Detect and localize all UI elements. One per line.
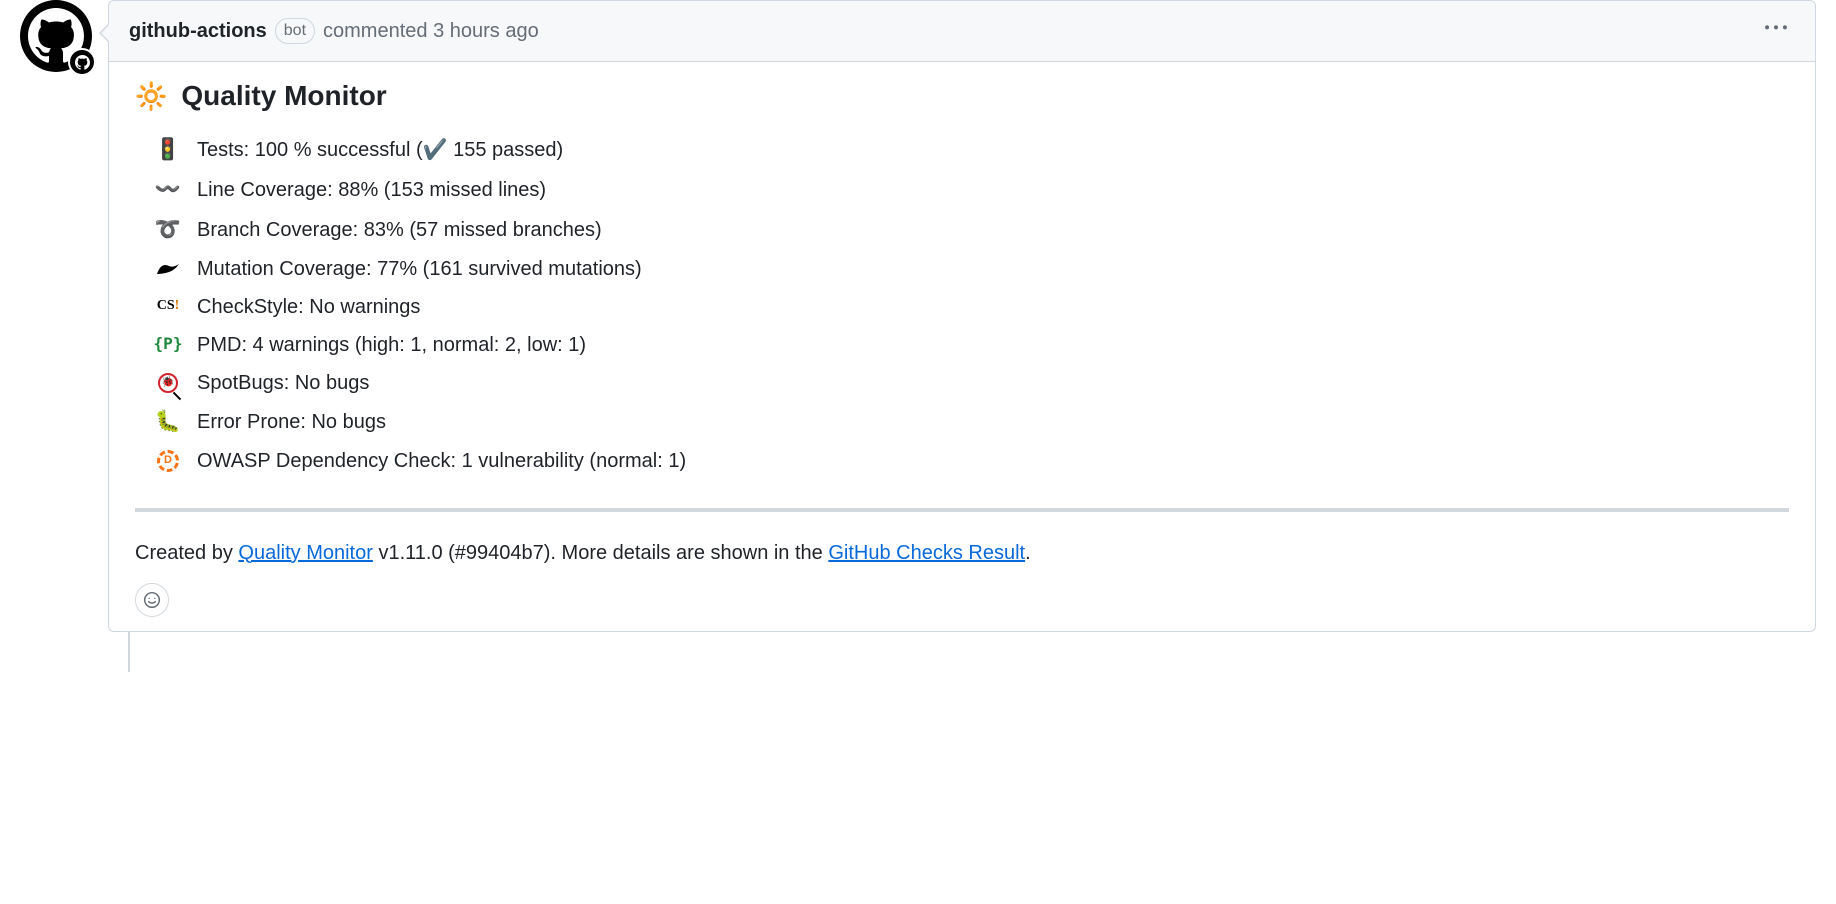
metric-pmd: {P} PMD: 4 warnings (high: 1, normal: 2,… [155, 326, 1789, 364]
comment-card: github-actions bot commented 3 hours ago… [108, 0, 1816, 632]
footer-text: Created by Quality Monitor v1.11.0 (#994… [135, 542, 1789, 565]
kebab-icon [1765, 17, 1787, 39]
spotbugs-icon [155, 373, 181, 393]
github-checks-link[interactable]: GitHub Checks Result [828, 542, 1025, 564]
metric-text: Line Coverage: 88% (153 missed lines) [197, 171, 546, 209]
metric-text: Branch Coverage: 83% (57 missed branches… [197, 211, 602, 249]
metric-owasp: D OWASP Dependency Check: 1 vulnerabilit… [155, 442, 1789, 480]
owasp-dependency-check-icon: D [155, 450, 181, 472]
comment-action: commented [323, 20, 428, 43]
pmd-icon: {P} [155, 329, 181, 359]
add-reaction-button[interactable] [135, 583, 169, 617]
metric-checkstyle: CS! CheckStyle: No warnings [155, 288, 1789, 326]
title-row: 🔆 Quality Monitor [135, 80, 1789, 112]
wave-icon: 〰️ [155, 170, 181, 210]
page-title: Quality Monitor [181, 80, 386, 112]
metric-text: Tests: 100 % successful (✔️ 155 passed) [197, 131, 563, 169]
quality-monitor-link[interactable]: Quality Monitor [238, 542, 373, 564]
traffic-light-icon: 🚦 [155, 130, 181, 170]
bot-badge: bot [275, 18, 315, 44]
pitest-bird-icon [155, 260, 181, 278]
metrics-list: 🚦 Tests: 100 % successful (✔️ 155 passed… [135, 130, 1789, 480]
metric-text: SpotBugs: No bugs [197, 364, 369, 402]
metric-mutation-coverage: Mutation Coverage: 77% (161 survived mut… [155, 250, 1789, 288]
comment-body: 🔆 Quality Monitor 🚦 Tests: 100 % success… [109, 62, 1815, 631]
divider [135, 508, 1789, 512]
metric-spotbugs: SpotBugs: No bugs [155, 364, 1789, 402]
github-logo-icon [75, 55, 90, 70]
checkstyle-icon: CS! [155, 293, 181, 320]
comment-author[interactable]: github-actions [129, 20, 267, 43]
metric-text: Mutation Coverage: 77% (161 survived mut… [197, 250, 642, 288]
comment-timestamp[interactable]: 3 hours ago [433, 20, 539, 43]
kebab-menu-button[interactable] [1757, 13, 1795, 49]
avatar-app-badge [68, 48, 96, 76]
sun-icon: 🔆 [135, 81, 167, 112]
caterpillar-icon: 🐛 [155, 402, 181, 442]
metric-text: PMD: 4 warnings (high: 1, normal: 2, low… [197, 326, 586, 364]
metric-text: OWASP Dependency Check: 1 vulnerability … [197, 442, 686, 480]
metric-text: CheckStyle: No warnings [197, 288, 420, 326]
metric-text: Error Prone: No bugs [197, 403, 386, 441]
loop-icon: ➰ [155, 210, 181, 250]
avatar-column [20, 0, 92, 632]
timeline-rail [128, 632, 130, 672]
metric-line-coverage: 〰️ Line Coverage: 88% (153 missed lines) [155, 170, 1789, 210]
author-avatar[interactable] [20, 0, 92, 72]
smiley-icon [143, 591, 161, 609]
metric-errorprone: 🐛 Error Prone: No bugs [155, 402, 1789, 442]
metric-branch-coverage: ➰ Branch Coverage: 83% (57 missed branch… [155, 210, 1789, 250]
comment-header: github-actions bot commented 3 hours ago [109, 1, 1815, 62]
metric-tests: 🚦 Tests: 100 % successful (✔️ 155 passed… [155, 130, 1789, 170]
